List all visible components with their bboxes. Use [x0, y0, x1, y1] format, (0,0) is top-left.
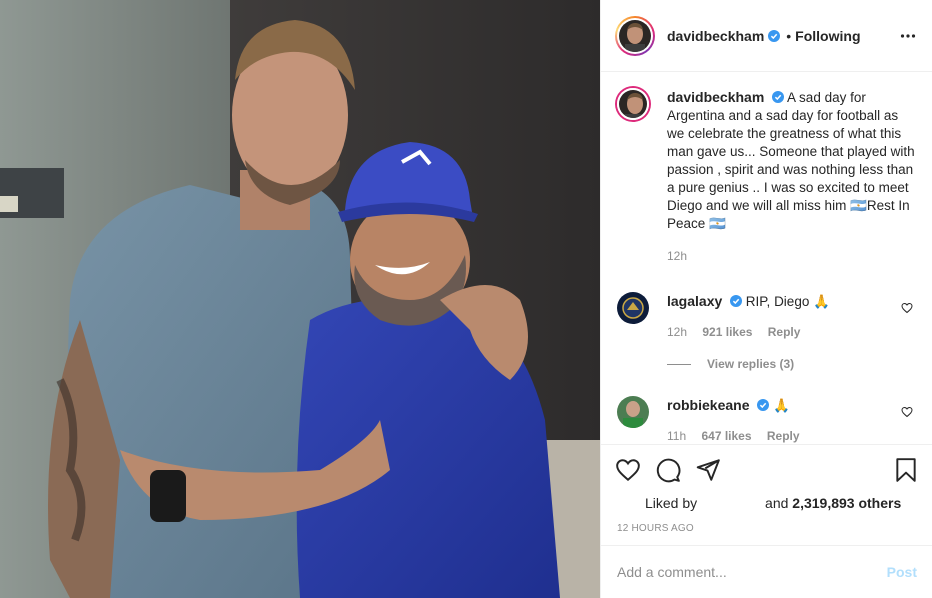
comment-item: lagalaxy RIP, Diego 🙏 12h 921 likes Repl…	[617, 292, 917, 339]
comment-text: 🙏	[773, 398, 790, 413]
post-photo-illustration	[0, 0, 600, 598]
comment-icon[interactable]	[655, 457, 681, 483]
comment-item: robbiekeane 🙏 11h 647 likes Reply	[617, 396, 917, 443]
verified-badge-icon	[730, 295, 743, 307]
author-username[interactable]: davidbeckham	[667, 28, 764, 44]
view-replies-button[interactable]: View replies (3)	[667, 357, 794, 371]
reply-button[interactable]: Reply	[767, 429, 800, 443]
heart-icon[interactable]	[615, 457, 641, 483]
robbiekeane-avatar-image	[617, 396, 649, 428]
caption-time[interactable]: 12h	[667, 249, 687, 263]
verified-badge-icon	[768, 29, 781, 42]
comment-username[interactable]: robbiekeane	[667, 397, 749, 413]
author-avatar-image	[619, 19, 651, 52]
post-button[interactable]: Post	[887, 564, 917, 580]
post-actions: Liked by and 2,319,893 others 12 HOURS A…	[601, 444, 932, 544]
separator-dot: •	[786, 27, 792, 44]
reply-button[interactable]: Reply	[768, 325, 801, 339]
comments-list[interactable]: davidbeckham A sad day for Argentina and…	[601, 72, 932, 444]
comment-like-heart-icon[interactable]	[901, 302, 913, 314]
caption: davidbeckham A sad day for Argentina and…	[617, 88, 917, 263]
comment-likes[interactable]: 921 likes	[702, 325, 752, 339]
likes-count[interactable]: 2,319,893 others	[792, 495, 901, 511]
comment-input[interactable]	[617, 564, 879, 580]
post-sidebar: davidbeckham • Following davidbeckham A …	[600, 0, 932, 598]
verified-badge-icon	[772, 91, 785, 103]
comment-like-heart-icon[interactable]	[901, 406, 913, 418]
view-replies-line	[667, 364, 691, 366]
following-button[interactable]: Following	[795, 28, 860, 44]
likes-and: and	[765, 495, 789, 511]
bookmark-icon[interactable]	[893, 457, 919, 483]
lagalaxy-avatar-image	[617, 292, 649, 324]
paper-plane-icon[interactable]	[695, 457, 721, 483]
liked-by-label: Liked by	[645, 495, 698, 511]
caption-avatar-image	[619, 90, 647, 118]
more-horizontal-icon[interactable]	[900, 28, 916, 44]
comment-username[interactable]: lagalaxy	[667, 293, 722, 309]
comment-time[interactable]: 11h	[667, 429, 686, 443]
comment-likes[interactable]: 647 likes	[701, 429, 751, 443]
comment-avatar[interactable]	[617, 396, 649, 428]
caption-username[interactable]: davidbeckham	[667, 89, 764, 105]
add-comment-bar: Post	[601, 545, 932, 598]
comment-time[interactable]: 12h	[667, 325, 687, 339]
post-header: davidbeckham • Following	[601, 0, 932, 72]
caption-avatar[interactable]	[617, 88, 649, 120]
post-timestamp[interactable]: 12 HOURS AGO	[617, 523, 694, 534]
comment-avatar[interactable]	[617, 292, 649, 324]
likes-summary: Liked by and 2,319,893 others	[617, 495, 917, 511]
verified-badge-icon	[757, 399, 770, 411]
post-photo[interactable]	[0, 0, 600, 598]
caption-text: A sad day for Argentina and a sad day fo…	[667, 90, 915, 231]
comment-text: RIP, Diego 🙏	[745, 294, 830, 309]
author-avatar[interactable]	[615, 15, 655, 56]
view-replies-label: View replies (3)	[707, 357, 795, 371]
